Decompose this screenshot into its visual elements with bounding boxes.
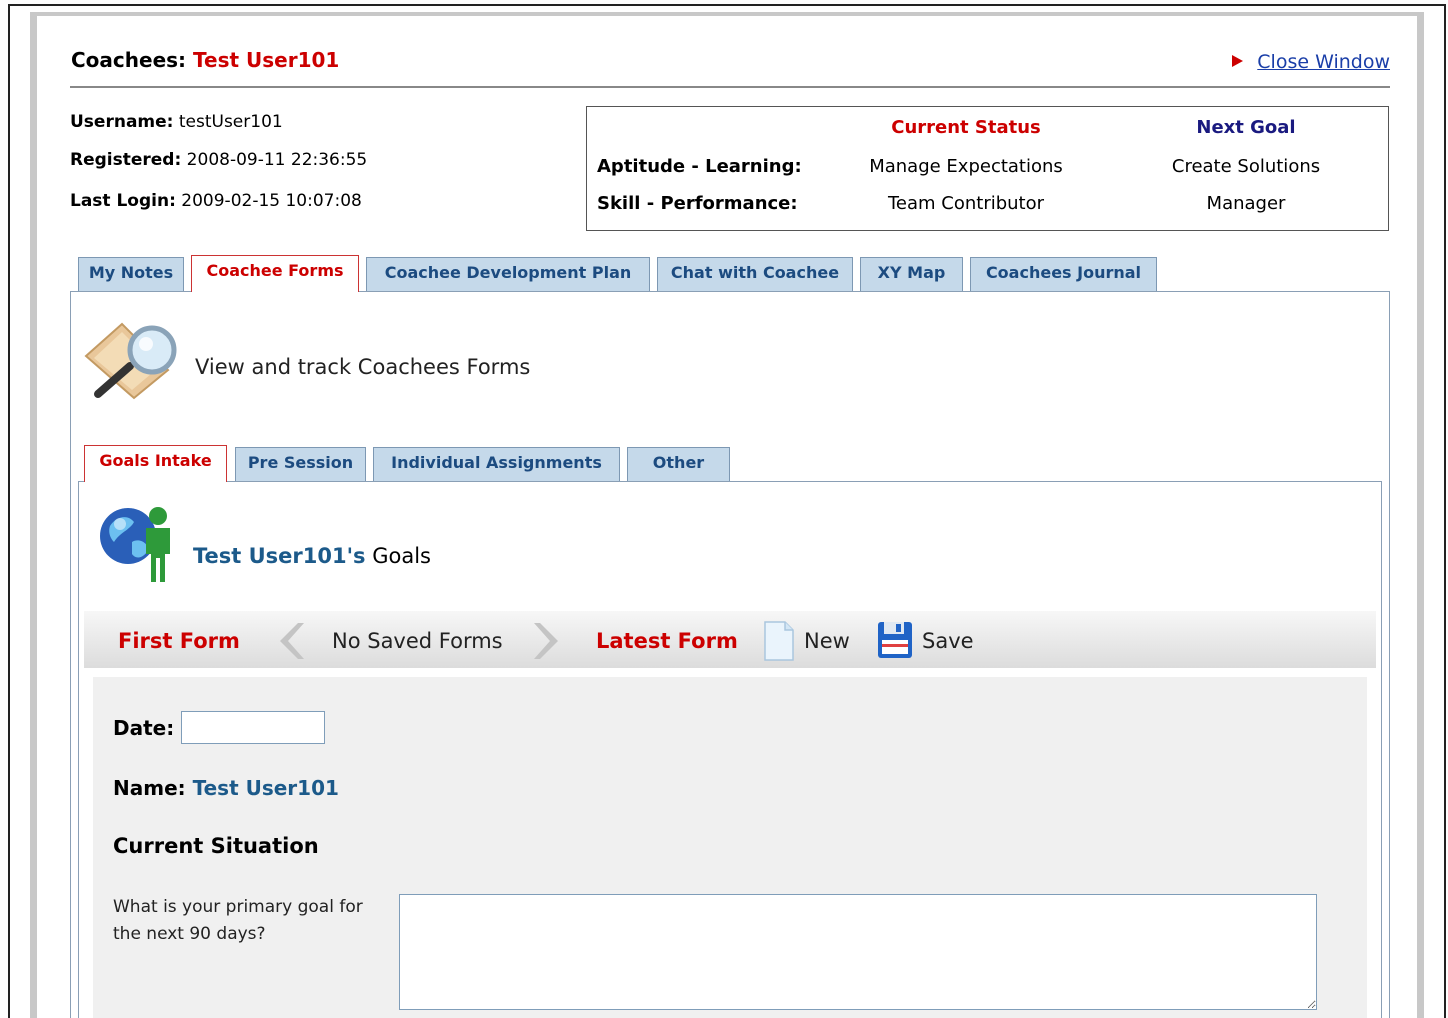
save-form-button[interactable]: Save: [922, 629, 974, 653]
saved-forms-status: No Saved Forms: [332, 629, 503, 653]
magnifier-icon: [84, 322, 177, 400]
tab-xy-map[interactable]: XY Map: [860, 257, 963, 291]
skill-current: Team Contributor: [887, 193, 1045, 214]
question-primary-goal: What is your primary goal for the next 9…: [113, 897, 363, 944]
username-row: Username: testUser101: [70, 112, 283, 132]
name-label-row: Name: Test User101: [113, 776, 339, 800]
registered-row: Registered: 2008-09-11 22:36:55: [70, 150, 367, 170]
username-label: Username:: [70, 112, 174, 132]
section-heading: Current Situation: [113, 834, 319, 858]
goals-title-suffix: Goals: [365, 544, 431, 568]
tab-coachees-journal[interactable]: Coachees Journal: [970, 257, 1157, 291]
date-field[interactable]: [181, 711, 325, 744]
last-login-value: 2009-02-15 10:07:08: [175, 191, 362, 211]
skill-next: Manager: [1206, 193, 1286, 214]
page-title-prefix: Coachees:: [71, 48, 194, 72]
aptitude-next: Create Solutions: [1171, 156, 1321, 177]
tab-my-notes[interactable]: My Notes: [78, 257, 184, 291]
last-login-label: Last Login:: [70, 191, 176, 211]
first-form-button[interactable]: First Form: [118, 629, 240, 653]
tab-coachee-forms[interactable]: Coachee Forms: [191, 255, 359, 292]
tab-goals-intake[interactable]: Goals Intake: [84, 445, 227, 482]
page-title: Coachees: Test User101: [71, 48, 339, 72]
globe-user-icon: [100, 507, 170, 582]
tab-chat-with-coachee[interactable]: Chat with Coachee: [657, 257, 853, 291]
tab-individual-assignments[interactable]: Individual Assignments: [373, 447, 620, 481]
skill-label: Skill - Performance:: [597, 193, 798, 214]
registered-label: Registered:: [70, 150, 182, 170]
header-divider: [70, 86, 1390, 88]
next-goal-header: Next Goal: [1196, 117, 1296, 138]
page-title-user: Test User101: [193, 48, 340, 72]
registered-value: 2008-09-11 22:36:55: [181, 150, 368, 170]
new-document-icon[interactable]: [763, 620, 795, 662]
primary-goal-textarea[interactable]: [399, 894, 1317, 1010]
forms-description: View and track Coachees Forms: [195, 355, 531, 379]
aptitude-label: Aptitude - Learning:: [597, 156, 802, 177]
arrow-right-icon: [1232, 55, 1243, 67]
save-disk-icon[interactable]: [876, 620, 914, 660]
name-value: Test User101: [192, 776, 339, 800]
tab-other[interactable]: Other: [627, 447, 730, 481]
aptitude-current: Manage Expectations: [869, 156, 1063, 177]
username-value: testUser101: [173, 112, 283, 132]
new-form-button[interactable]: New: [804, 629, 850, 653]
chevron-right-icon[interactable]: [530, 621, 566, 661]
latest-form-button[interactable]: Latest Form: [596, 629, 738, 653]
close-window-link[interactable]: Close Window: [1257, 51, 1390, 73]
chevron-left-icon[interactable]: [272, 621, 308, 661]
tab-coachee-development-plan[interactable]: Coachee Development Plan: [366, 257, 650, 291]
current-status-header: Current Status: [891, 117, 1041, 138]
date-label: Date:: [113, 716, 175, 740]
tab-pre-session[interactable]: Pre Session: [235, 447, 366, 481]
name-label: Name:: [113, 776, 186, 800]
last-login-row: Last Login: 2009-02-15 10:07:08: [70, 191, 362, 211]
goals-title: Test User101's Goals: [193, 544, 431, 568]
goals-user-name: Test User101's: [193, 544, 366, 568]
